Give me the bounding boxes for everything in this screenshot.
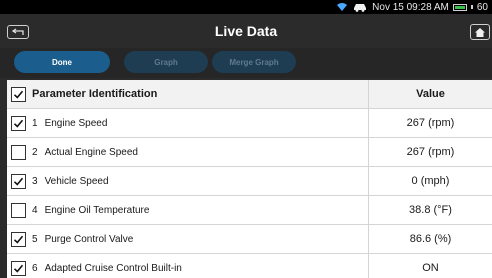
column-header-param: Parameter Identification (32, 88, 158, 100)
param-number: 1 (32, 117, 38, 129)
param-name: Adapted Cruise Control Built-in (44, 262, 182, 274)
home-button[interactable] (470, 24, 490, 40)
param-cell: 2 Actual Engine Speed (7, 138, 369, 166)
param-number: 4 (32, 204, 38, 216)
param-cell: 5 Purge Control Valve (7, 225, 369, 253)
select-all-checkbox[interactable] (11, 86, 26, 102)
param-name: Purge Control Valve (44, 233, 134, 245)
param-number: 5 (32, 233, 38, 245)
done-button[interactable]: Done (14, 51, 110, 73)
param-value: 0 (mph) (411, 175, 450, 187)
header-param-cell: Parameter Identification (7, 80, 369, 108)
car-icon (354, 4, 367, 12)
table-row[interactable]: 5 Purge Control Valve 86.6 (%) (7, 225, 492, 254)
column-header-value: Value (416, 88, 445, 100)
status-area: Nov 15 09:28 AM 60 (336, 1, 488, 13)
status-datetime: Nov 15 09:28 AM (372, 1, 449, 13)
row-checkbox[interactable] (11, 231, 26, 247)
table-row[interactable]: 4 Engine Oil Temperature 38.8 (°F) (7, 196, 492, 225)
param-cell: 6 Adapted Cruise Control Built-in (7, 254, 369, 278)
row-checkbox[interactable] (11, 260, 26, 276)
title-bar: Live Data (0, 14, 492, 52)
home-icon (475, 27, 485, 37)
param-value: 86.6 (%) (409, 233, 452, 245)
table-row[interactable]: 6 Adapted Cruise Control Built-in ON (7, 254, 492, 278)
param-value: ON (422, 262, 439, 274)
page-title: Live Data (214, 23, 278, 39)
status-bar: Nov 15 09:28 AM 60 (0, 0, 492, 14)
merge-graph-button[interactable]: Merge Graph (212, 51, 296, 73)
battery-tip (470, 5, 473, 9)
table-row[interactable]: 2 Actual Engine Speed 267 (rpm) (7, 138, 492, 167)
wifi-icon (337, 3, 348, 11)
check-icon (13, 235, 24, 244)
param-cell: 3 Vehicle Speed (7, 167, 369, 195)
row-checkbox[interactable] (11, 202, 26, 218)
param-cell: 1 Engine Speed (7, 109, 369, 137)
row-checkbox[interactable] (11, 144, 26, 160)
graph-button[interactable]: Graph (124, 51, 208, 73)
param-number: 6 (32, 262, 38, 274)
param-cell: 4 Engine Oil Temperature (7, 196, 369, 224)
check-icon (13, 119, 24, 128)
param-name: Engine Speed (44, 117, 108, 129)
param-name: Engine Oil Temperature (44, 204, 150, 216)
row-checkbox[interactable] (11, 173, 26, 189)
param-number: 2 (32, 146, 38, 158)
table-row[interactable]: 3 Vehicle Speed 0 (mph) (7, 167, 492, 196)
param-value: 38.8 (°F) (409, 204, 452, 216)
live-data-table: Parameter Identification Value 1 Engine … (7, 80, 492, 278)
check-icon (13, 90, 24, 99)
table-header: Parameter Identification Value (7, 80, 492, 109)
battery-level: 60 (476, 1, 488, 13)
param-number: 3 (32, 175, 38, 187)
table-row[interactable]: 1 Engine Speed 267 (rpm) (7, 109, 492, 138)
param-value: 267 (rpm) (406, 146, 455, 158)
check-icon (13, 177, 24, 186)
param-value: 267 (rpm) (406, 117, 455, 129)
check-icon (13, 264, 24, 273)
action-tabs: Done Graph Merge Graph (0, 48, 492, 78)
row-checkbox[interactable] (11, 115, 26, 131)
battery-icon (452, 3, 467, 11)
param-name: Actual Engine Speed (44, 146, 138, 158)
param-name: Vehicle Speed (44, 175, 109, 187)
